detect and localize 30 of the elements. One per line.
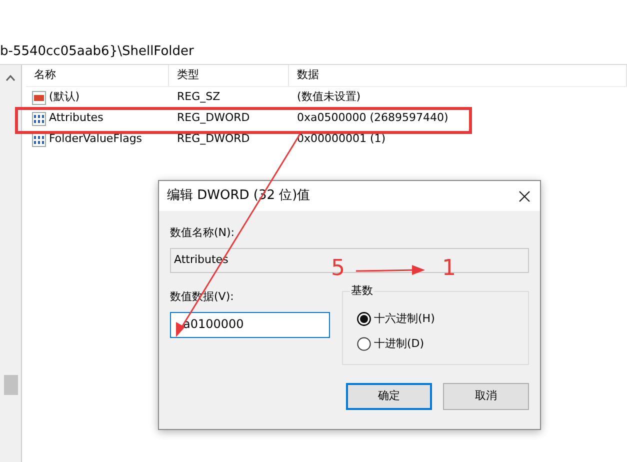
scroll-thumb[interactable] [4, 375, 18, 395]
scroll-up-icon[interactable] [6, 75, 15, 81]
value-data: 0x00000001 (1) [296, 131, 387, 148]
radio-option[interactable]: 十进制(D) [357, 336, 514, 352]
close-icon[interactable] [519, 190, 530, 202]
radio-icon[interactable] [357, 312, 371, 326]
value-data: 0xa0500000 (2689597440) [296, 110, 450, 126]
value-data: (数值未设置) [296, 89, 362, 106]
radio-icon[interactable] [357, 337, 371, 352]
column-header[interactable]: 数据 [289, 65, 627, 86]
field-label: 数值名称(N): [170, 225, 236, 241]
column-header[interactable]: 名称 [26, 65, 169, 86]
value-name[interactable]: (默认) [49, 89, 80, 106]
binary-value-icon [32, 112, 46, 126]
annotation-number: 1 [442, 256, 456, 282]
value-type: REG_SZ [176, 89, 222, 106]
annotation-number: 5 [331, 256, 345, 282]
dialog-button[interactable]: 取消 [443, 382, 529, 410]
value-name[interactable]: Attributes [49, 110, 104, 127]
value-type: REG_DWORD [176, 110, 251, 126]
annotation-arrow [356, 265, 425, 275]
value-name[interactable]: FolderValueFlags [49, 131, 142, 148]
address-bar[interactable]: b-5540cc05aab6}\ShellFolder [0, 40, 627, 65]
binary-value-icon [32, 132, 46, 146]
column-header[interactable]: 类型 [169, 65, 289, 86]
string-value-icon [32, 90, 46, 104]
dialog-button[interactable]: 确定 [346, 382, 432, 410]
radio-option[interactable]: 十六进制(H) [357, 310, 514, 327]
value-type: REG_DWORD [176, 131, 251, 148]
data-field[interactable]: a0100000 [170, 312, 330, 338]
